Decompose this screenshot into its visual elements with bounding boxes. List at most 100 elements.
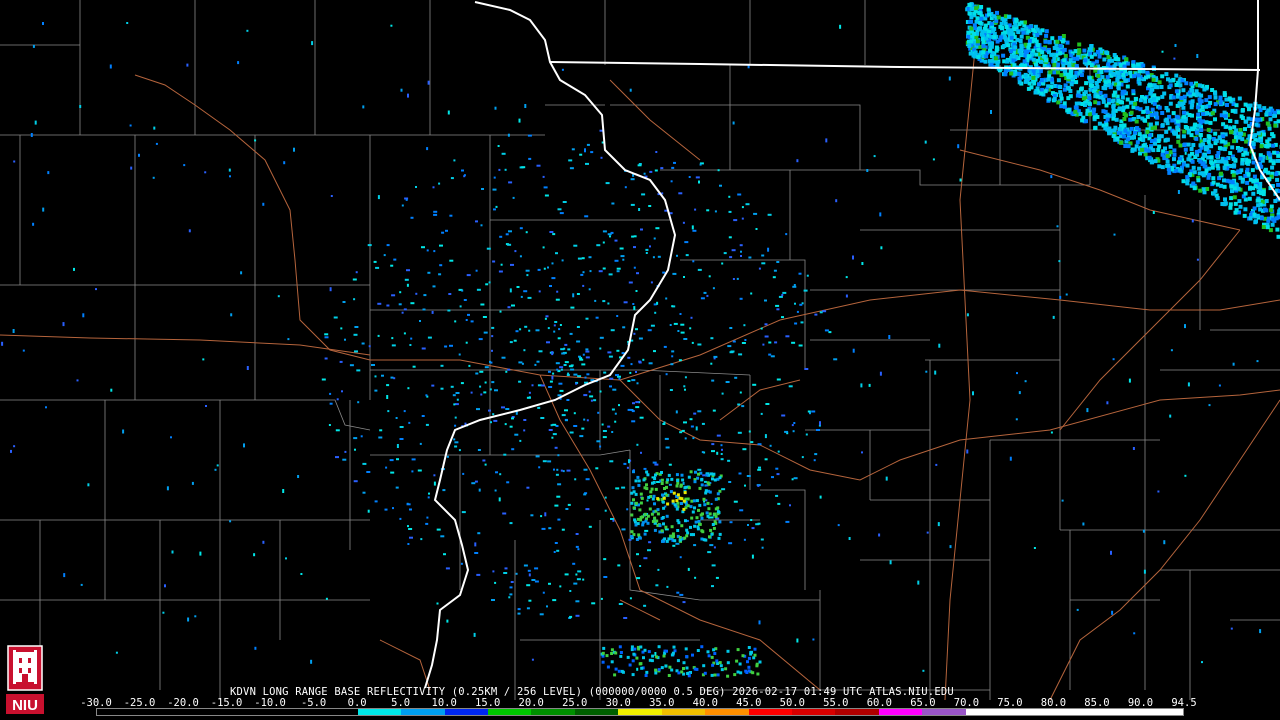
clutter-echo xyxy=(599,445,602,448)
band-echo xyxy=(642,656,645,660)
speckle-echo xyxy=(544,512,547,517)
clutter-echo xyxy=(530,514,534,517)
clutter-echo xyxy=(611,408,615,411)
clutter-echo xyxy=(744,339,747,341)
ne-shield-echo xyxy=(1041,54,1046,59)
clutter-echo xyxy=(679,593,684,596)
clutter-echo xyxy=(568,159,573,162)
ne-shield-echo xyxy=(1204,104,1209,109)
ne-shield-echo xyxy=(1275,227,1280,232)
ne-shield-echo xyxy=(1215,154,1220,158)
clutter-echo xyxy=(695,176,700,179)
clutter-echo xyxy=(595,316,599,319)
speckle-echo xyxy=(204,171,207,174)
band-echo xyxy=(691,653,694,657)
clutter-echo xyxy=(717,169,720,172)
storm-echo xyxy=(665,539,669,543)
ne-shield-echo xyxy=(1145,70,1150,75)
speckle-echo xyxy=(254,646,257,650)
ne-shield-echo xyxy=(1213,91,1218,96)
clutter-echo xyxy=(691,341,694,344)
storm-echo xyxy=(700,483,704,487)
band-echo xyxy=(720,668,724,672)
clutter-echo xyxy=(497,145,500,147)
clutter-echo xyxy=(789,504,791,507)
band-echo xyxy=(606,665,610,669)
clutter-echo xyxy=(528,599,532,602)
clutter-echo xyxy=(776,308,780,311)
clutter-echo xyxy=(354,350,358,353)
clutter-echo xyxy=(563,364,567,366)
storm-echo xyxy=(706,481,710,485)
ne-shield-echo xyxy=(1067,107,1072,112)
speckle-echo xyxy=(1187,382,1190,387)
colorscale-segment xyxy=(401,709,445,715)
ne-shield-echo xyxy=(979,16,984,21)
storm-echo xyxy=(718,532,722,536)
band-echo xyxy=(713,652,717,655)
clutter-echo xyxy=(721,262,724,265)
ne-shield-echo xyxy=(1152,93,1157,98)
ne-shield-echo xyxy=(1204,168,1209,173)
clutter-echo xyxy=(555,298,560,301)
ne-shield-echo xyxy=(1031,48,1036,53)
clutter-echo xyxy=(389,459,394,462)
clutter-echo xyxy=(366,471,371,473)
band-echo xyxy=(668,665,672,669)
clutter-echo xyxy=(355,271,358,274)
ne-shield-echo xyxy=(1232,195,1237,200)
ne-shield-echo xyxy=(1005,59,1010,64)
clutter-echo xyxy=(467,313,470,316)
speckle-echo xyxy=(191,481,194,485)
ne-shield-echo xyxy=(1222,91,1227,96)
storm-echo xyxy=(643,512,647,516)
clutter-echo xyxy=(611,202,615,205)
clutter-echo xyxy=(493,419,498,422)
clutter-echo xyxy=(381,374,384,377)
clutter-echo xyxy=(393,258,397,261)
clutter-echo xyxy=(710,503,713,505)
speckle-echo xyxy=(839,24,842,29)
ne-shield-echo xyxy=(1148,122,1153,127)
ne-shield-echo xyxy=(1050,36,1055,41)
clutter-echo xyxy=(623,617,628,619)
clutter-echo xyxy=(495,471,498,474)
clutter-echo xyxy=(627,380,631,382)
ne-shield-echo xyxy=(1023,72,1028,77)
clutter-echo xyxy=(768,341,772,344)
ne-shield-echo xyxy=(1013,23,1018,28)
storm-echo xyxy=(693,524,697,528)
clutter-echo xyxy=(526,396,531,399)
storm-echo xyxy=(663,537,667,541)
clutter-echo xyxy=(729,256,733,259)
ne-shield-echo xyxy=(1166,163,1171,168)
clutter-echo xyxy=(548,582,551,585)
ne-shield-echo xyxy=(1174,83,1179,87)
ne-shield-echo xyxy=(995,60,1000,65)
speckle-echo xyxy=(1052,315,1055,319)
clutter-echo xyxy=(438,182,441,185)
ne-shield-echo xyxy=(1036,47,1041,52)
clutter-echo xyxy=(614,259,619,262)
speckle-echo xyxy=(934,370,937,375)
clutter-echo xyxy=(813,459,816,462)
ne-shield-echo xyxy=(1171,111,1176,116)
colorscale-segment xyxy=(748,709,792,715)
clutter-echo xyxy=(501,356,506,359)
clutter-echo xyxy=(483,391,487,394)
ne-shield-echo xyxy=(1134,119,1139,124)
colorscale-segment xyxy=(922,709,966,715)
clutter-echo xyxy=(615,487,620,490)
ne-shield-echo xyxy=(977,10,982,15)
speckle-echo xyxy=(1110,550,1112,555)
clutter-echo xyxy=(798,344,803,347)
ne-shield-echo xyxy=(1260,216,1264,221)
clutter-echo xyxy=(564,573,569,576)
clutter-echo xyxy=(728,481,732,483)
clutter-echo xyxy=(509,586,513,589)
ne-shield-echo xyxy=(1137,81,1142,86)
clutter-echo xyxy=(657,255,661,258)
clutter-echo xyxy=(630,203,635,206)
clutter-echo xyxy=(378,436,383,439)
clutter-echo xyxy=(461,169,464,172)
